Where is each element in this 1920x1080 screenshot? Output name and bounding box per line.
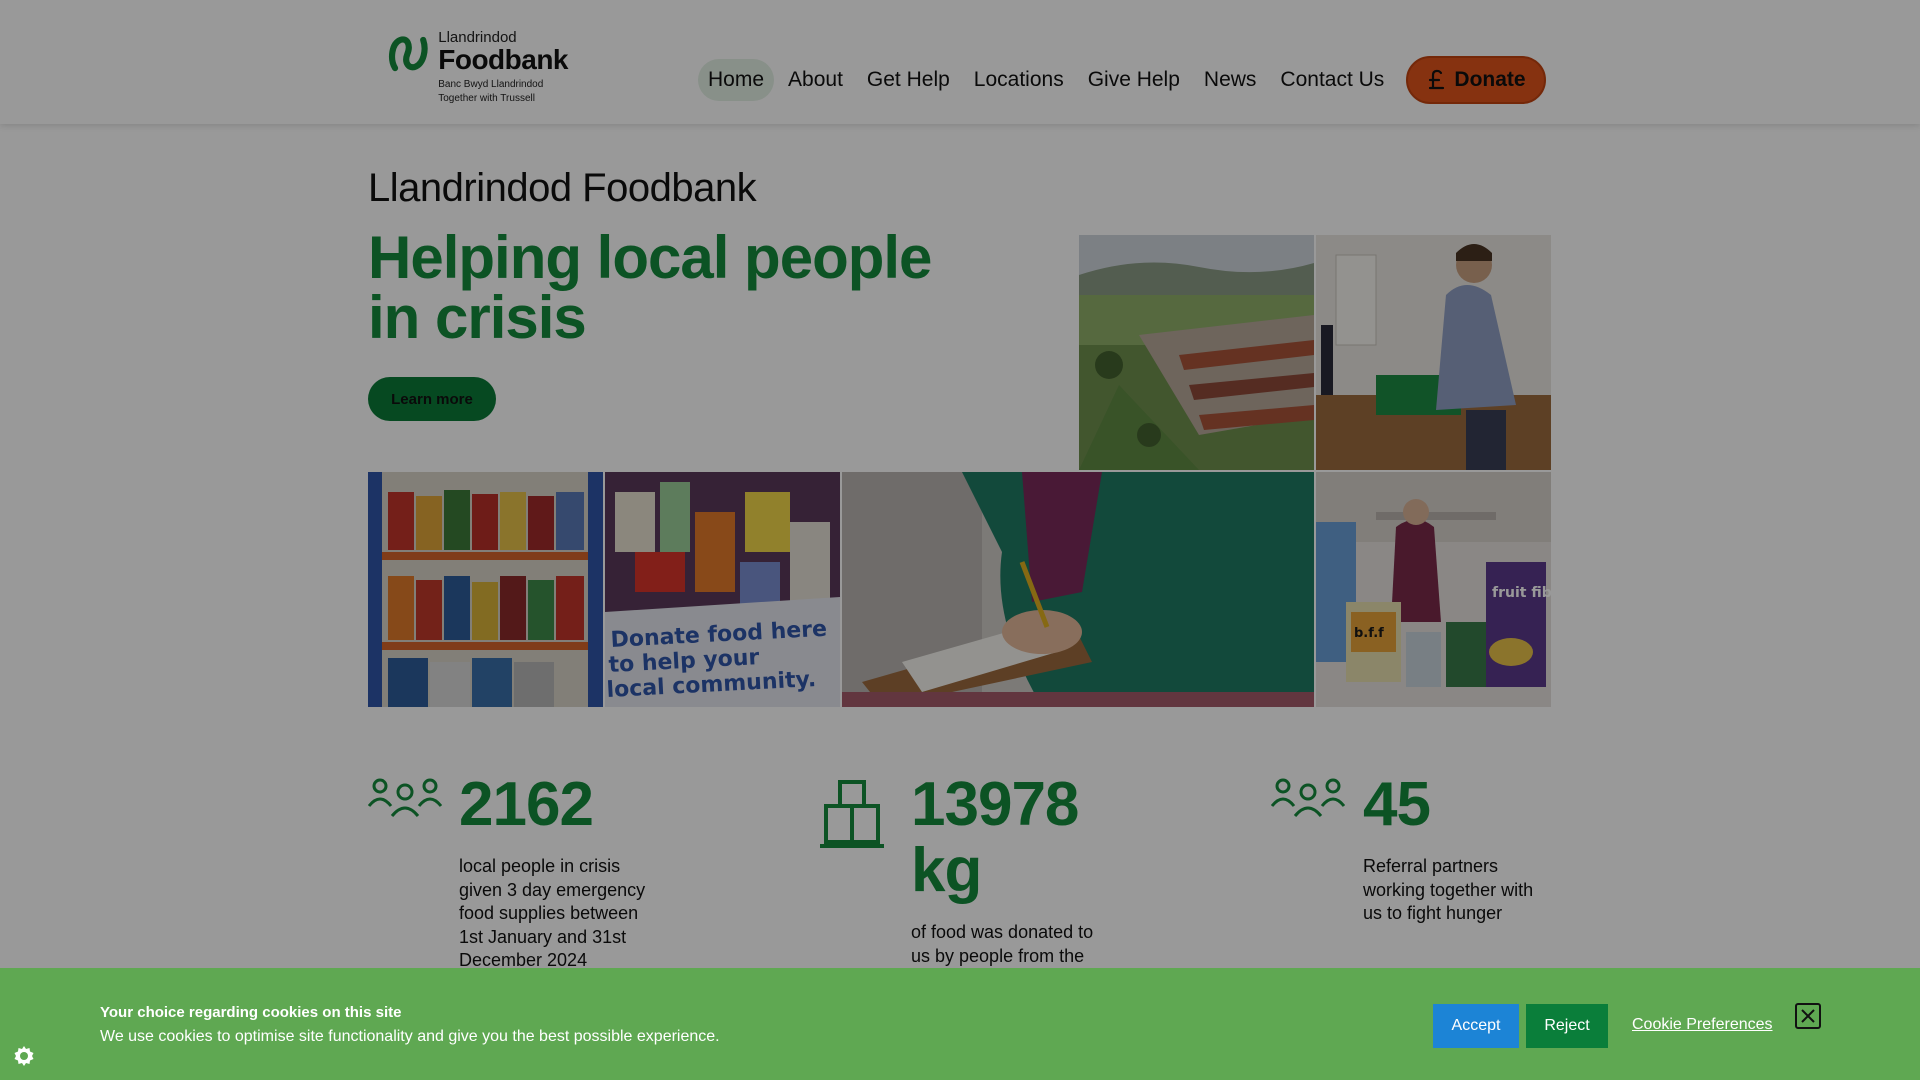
nav-item-contact-us[interactable]: Contact Us bbox=[1270, 59, 1394, 101]
cookie-title: Your choice regarding cookies on this si… bbox=[100, 1004, 402, 1021]
cookie-banner: Your choice regarding cookies on this si… bbox=[0, 968, 1920, 1080]
learn-more-button[interactable]: Learn more bbox=[368, 377, 496, 421]
close-icon[interactable] bbox=[1795, 1003, 1821, 1029]
logo-line2: Foodbank bbox=[438, 44, 568, 75]
nav-item-about[interactable]: About bbox=[778, 59, 853, 101]
pound-coin-icon bbox=[1429, 69, 1445, 90]
hero-title: Helping local people in crisis bbox=[368, 224, 932, 351]
people-icon bbox=[368, 778, 442, 817]
nav-item-give-help[interactable]: Give Help bbox=[1078, 59, 1190, 101]
main-nav: Home About Get Help Locations Give Help … bbox=[698, 56, 1398, 104]
food-donation-icon bbox=[820, 780, 884, 848]
nav-item-get-help[interactable]: Get Help bbox=[857, 59, 960, 101]
canned-food-shelf-photo bbox=[368, 472, 603, 707]
nav-item-locations[interactable]: Locations bbox=[964, 59, 1074, 101]
people-icon bbox=[1271, 778, 1345, 817]
nav-item-home[interactable]: Home bbox=[698, 59, 775, 101]
foodbank-logo-icon bbox=[388, 36, 428, 72]
reject-cookies-button[interactable]: Reject bbox=[1526, 1004, 1608, 1048]
logo-tagline-1: Banc Bwyd Llandrindod bbox=[438, 79, 544, 90]
stat-food-donated-number: 13978 kg bbox=[911, 770, 1079, 905]
accept-cookies-button[interactable]: Accept bbox=[1433, 1004, 1519, 1048]
bag-label: b.f.f bbox=[1354, 626, 1384, 641]
stat-people-helped-number: 2162 bbox=[459, 770, 594, 839]
town-aerial-photo bbox=[1079, 235, 1314, 470]
volunteer-writing-photo bbox=[842, 472, 1314, 707]
site-header: Llandrindod Foodbank Banc Bwyd Llandrind… bbox=[0, 0, 1920, 124]
cookie-text: We use cookies to optimise site function… bbox=[100, 1028, 720, 1045]
donate-button[interactable]: Donate bbox=[1406, 56, 1546, 104]
logo-line1: Llandrindod bbox=[438, 29, 517, 46]
logo-tagline-2: Together with Trussell bbox=[438, 92, 535, 104]
org-name-heading: Llandrindod Foodbank bbox=[368, 166, 757, 210]
donate-label: Donate bbox=[1454, 68, 1526, 91]
donate-box-photo: Donate food here to help your local comm… bbox=[605, 472, 840, 707]
foodbank-shelves-photo: b.f.f fruit fibre bbox=[1316, 472, 1551, 707]
stat-food-donated-description: of food was donated to us by people from… bbox=[911, 922, 1094, 966]
nav-item-news[interactable]: News bbox=[1194, 59, 1267, 101]
volunteer-packing-photo bbox=[1316, 235, 1551, 470]
stat-referral-partners-number: 45 bbox=[1363, 770, 1431, 839]
cereal-box-text: fruit fibre bbox=[1492, 585, 1551, 601]
site-logo[interactable]: Llandrindod Foodbank Banc Bwyd Llandrind… bbox=[388, 28, 568, 104]
stat-referral-partners-description: Referral partners working together with … bbox=[1363, 856, 1534, 923]
gear-icon[interactable] bbox=[12, 1044, 36, 1068]
stat-people-helped-description: local people in crisis given 3 day emerg… bbox=[459, 856, 646, 970]
cookie-preferences-link[interactable]: Cookie Preferences bbox=[1632, 1016, 1773, 1034]
